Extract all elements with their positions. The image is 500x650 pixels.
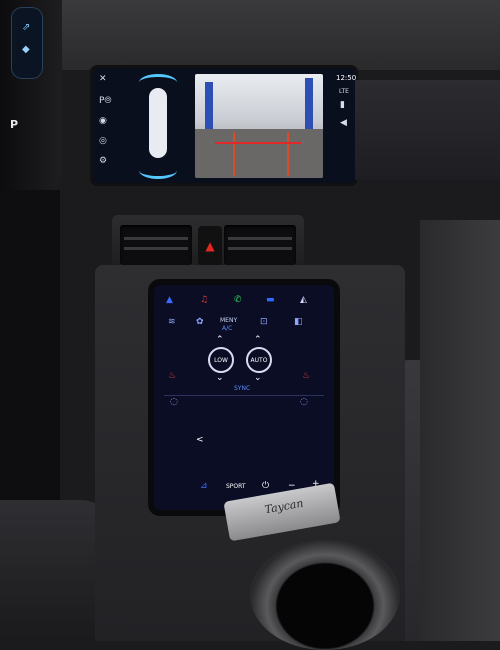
divider (164, 395, 324, 396)
right-mode-label: AUTO (250, 356, 268, 364)
seat-heat-icon[interactable]: ≋ (168, 317, 176, 327)
volume-icon: ◀ (340, 118, 347, 128)
signal-icon: ▮ (340, 100, 345, 110)
right-vent[interactable] (224, 225, 296, 265)
left-mode-label: LOW (214, 356, 228, 364)
dash-trim (355, 80, 500, 180)
left-vent[interactable] (120, 225, 192, 265)
ac-label[interactable]: A/C (222, 325, 232, 332)
sync-button[interactable]: SYNC (234, 385, 250, 392)
park-button[interactable]: P (10, 118, 18, 131)
close-icon[interactable]: ✕ (99, 74, 107, 84)
climate-display: ▲ ♫ ✆ ▬ ◭ ≋ ✿ MENY A/C ⊡ ◧ ⌃ LOW ⌄ ⌃ AUT… (154, 285, 334, 510)
door-panel (420, 220, 500, 641)
power-icon[interactable]: ⏻ (262, 481, 269, 491)
parking-guide (233, 132, 289, 176)
right-seat-heat-icon[interactable]: ♨ (302, 371, 310, 381)
clock: 12:50 (336, 74, 357, 82)
right-temp-up[interactable]: ⌃ (254, 335, 262, 345)
left-zone-icon[interactable]: ◌ (170, 397, 178, 407)
fan-icon[interactable]: ✿ (196, 317, 204, 327)
phone-icon[interactable]: ✆ (234, 295, 242, 305)
settings-icon[interactable]: ⚙ (99, 156, 107, 166)
left-dash-panel: ⇗ ◆ P (0, 0, 62, 190)
car-icon (149, 88, 167, 158)
apple-carplay-icon[interactable]: ▲ (166, 295, 173, 305)
camera-icon[interactable]: ◉ (99, 116, 107, 126)
car-icon[interactable]: ▬ (266, 295, 275, 305)
lte-icon: LTE (339, 88, 349, 95)
car-top-view (135, 74, 181, 179)
right-zone-icon[interactable]: ◌ (300, 397, 308, 407)
compass-icon[interactable]: ◭ (300, 295, 307, 305)
front-sensor-zone (139, 74, 177, 91)
cupholder (250, 540, 400, 650)
left-temp-up[interactable]: ⌃ (216, 335, 224, 345)
music-icon[interactable]: ♫ (200, 295, 208, 305)
reverse-camera-view (195, 74, 323, 178)
left-temp-down[interactable]: ⌄ (216, 373, 224, 383)
distance-line (215, 142, 301, 144)
left-seat-heat-icon[interactable]: ♨ (168, 371, 176, 381)
park-assist-icon[interactable]: P⦾ (99, 96, 112, 106)
dashboard-top (0, 0, 500, 70)
right-temp-down[interactable]: ⌄ (254, 373, 262, 383)
defrost-icon[interactable]: ⊡ (260, 317, 268, 327)
hazard-button[interactable]: ▲ (198, 226, 222, 266)
drive-icon: ⇗ (22, 22, 31, 33)
rear-sensor-zone (139, 162, 177, 179)
rear-defrost-icon[interactable]: ◧ (294, 317, 303, 327)
menu-button[interactable]: MENY (220, 317, 237, 324)
right-fan-mode[interactable]: AUTO (246, 347, 272, 373)
left-fan-mode[interactable]: LOW (208, 347, 234, 373)
instrument-display: ⇗ ◆ (12, 8, 42, 78)
drive-mode-icon[interactable]: ⊿ (200, 481, 208, 491)
diamond-icon: ◆ (22, 44, 30, 55)
hazard-icon: ▲ (205, 239, 215, 253)
sport-button[interactable]: SPORT (226, 483, 246, 490)
sensor-icon[interactable]: ◎ (99, 136, 107, 146)
back-button[interactable]: < (196, 435, 204, 445)
